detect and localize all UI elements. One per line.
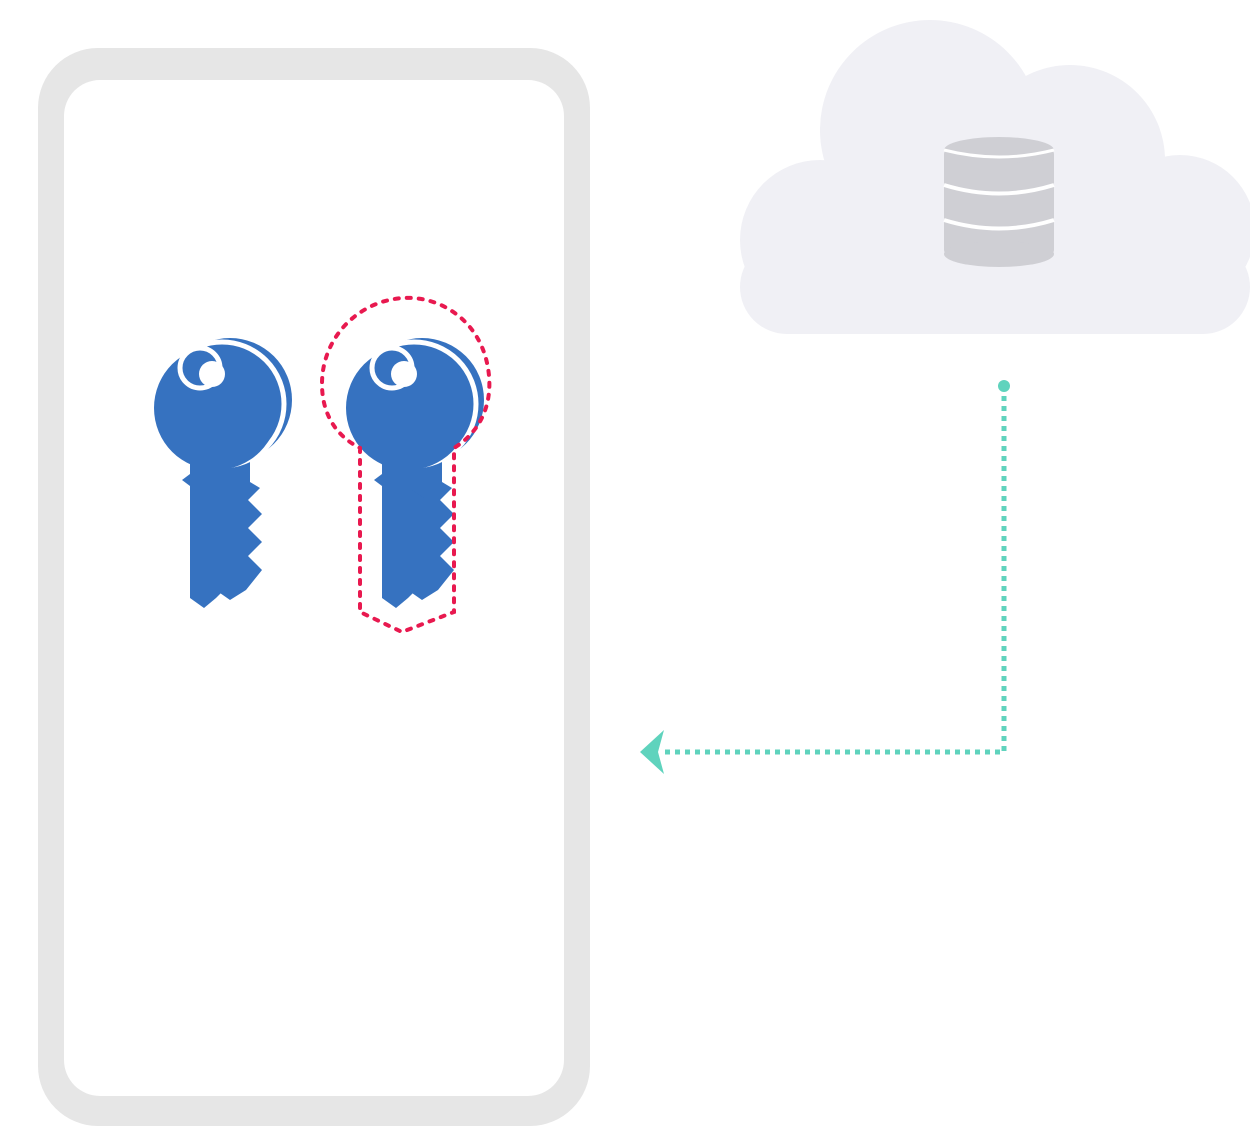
key-sync-diagram — [38, 20, 1250, 1126]
database-icon — [943, 137, 1055, 267]
cloud-icon — [740, 20, 1250, 334]
phone-screen — [64, 80, 564, 1096]
arrow-left-icon — [640, 730, 664, 774]
connector-line — [664, 396, 1007, 755]
sync-connector — [640, 380, 1010, 774]
connector-start-dot — [998, 380, 1010, 392]
phone-device-icon — [38, 48, 590, 1126]
